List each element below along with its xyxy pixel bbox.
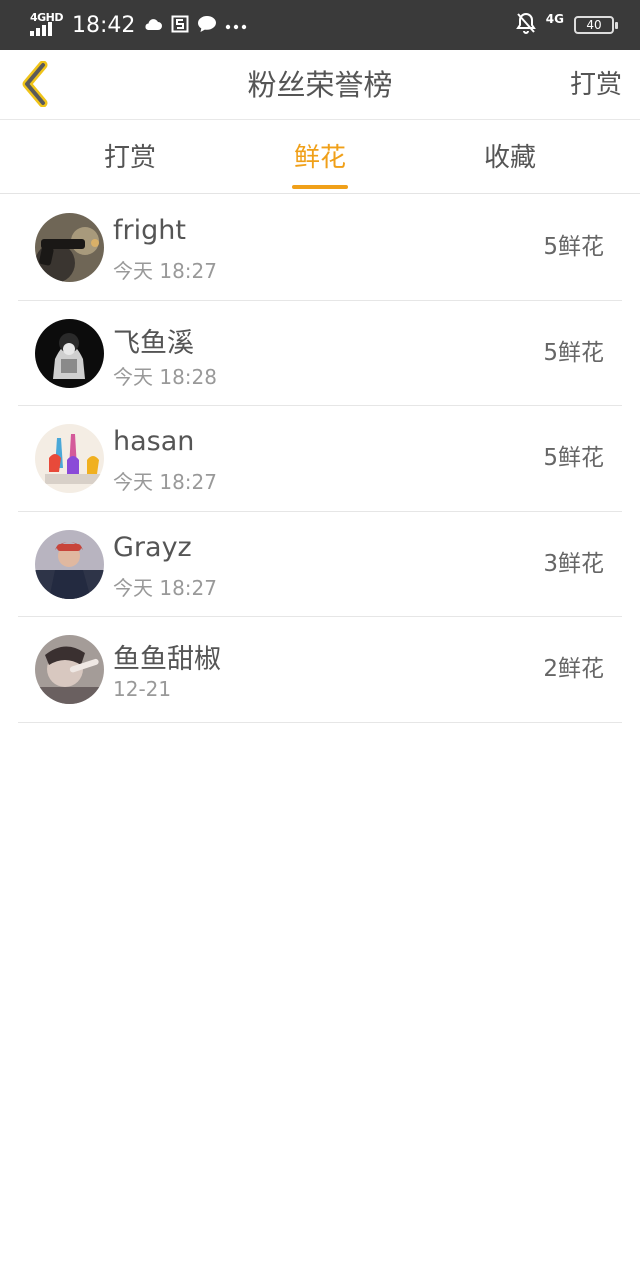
fan-name: hasan <box>113 426 195 457</box>
tab-label: 收藏 <box>483 143 536 173</box>
list-item[interactable]: hasan 今天 18:27 5鲜花 <box>18 406 622 512</box>
tab-label: 鲜花 <box>293 143 346 173</box>
avatar[interactable] <box>35 529 104 599</box>
fan-time: 今天 18:28 <box>113 364 217 389</box>
fan-name: fright <box>113 215 186 246</box>
list-item[interactable]: fright 今天 18:27 5鲜花 <box>18 195 622 301</box>
chat-bubble-icon <box>197 15 217 36</box>
flower-count: 3鲜花 <box>543 550 604 577</box>
fan-time: 今天 18:27 <box>113 259 217 283</box>
fan-time: 12-21 <box>113 677 172 701</box>
fan-time: 今天 18:27 <box>113 470 217 494</box>
notification-off-icon <box>515 12 536 38</box>
status-bar-left: 4GHD 18:42 <box>28 0 247 50</box>
more-dots-icon <box>225 17 247 33</box>
fan-name: 飞鱼溪 <box>113 327 194 359</box>
fan-name: 鱼鱼甜椒 <box>113 644 221 675</box>
fan-name: Grayz <box>113 531 192 563</box>
list-item[interactable]: 鱼鱼甜椒 12-21 2鲜花 <box>18 617 622 723</box>
flower-count: 5鲜花 <box>543 339 604 366</box>
active-tab-indicator <box>292 185 348 189</box>
tab-bar: 打赏 鲜花 收藏 <box>0 121 640 194</box>
fans-list: fright 今天 18:27 5鲜花 飞鱼溪 今天 18:28 5鲜花 has… <box>18 195 622 723</box>
list-item[interactable]: 飞鱼溪 今天 18:28 5鲜花 <box>18 301 622 406</box>
flower-count: 5鲜花 <box>543 445 604 471</box>
battery-level: 40 <box>586 18 602 32</box>
header-bar: 粉丝荣誉榜 打赏 <box>0 50 640 120</box>
battery-icon: 40 <box>574 16 618 34</box>
reward-button[interactable]: 打赏 <box>570 50 622 120</box>
mobile-data-label: 4G <box>545 12 564 26</box>
avatar[interactable] <box>35 213 104 282</box>
flower-count: 5鲜花 <box>543 234 604 260</box>
cloud-icon <box>143 16 163 35</box>
tab-reward[interactable]: 打赏 <box>60 121 200 194</box>
clock: 18:42 <box>72 12 136 38</box>
avatar[interactable] <box>35 635 104 704</box>
status-bar: 4GHD 18:42 4G 40 <box>0 0 640 50</box>
flower-count: 2鲜花 <box>543 656 604 682</box>
tab-label: 打赏 <box>103 143 156 173</box>
avatar[interactable] <box>35 424 104 493</box>
status-bar-right: 4G 40 <box>515 0 618 50</box>
tab-favorites[interactable]: 收藏 <box>440 121 580 194</box>
fan-time: 今天 18:27 <box>113 575 217 600</box>
signal-icon: 4GHD <box>28 11 64 39</box>
s-app-icon <box>171 15 189 36</box>
page-title: 粉丝荣誉榜 <box>247 68 393 102</box>
list-item[interactable]: Grayz 今天 18:27 3鲜花 <box>18 512 622 617</box>
avatar[interactable] <box>35 318 104 388</box>
tab-flowers[interactable]: 鲜花 <box>250 121 390 194</box>
